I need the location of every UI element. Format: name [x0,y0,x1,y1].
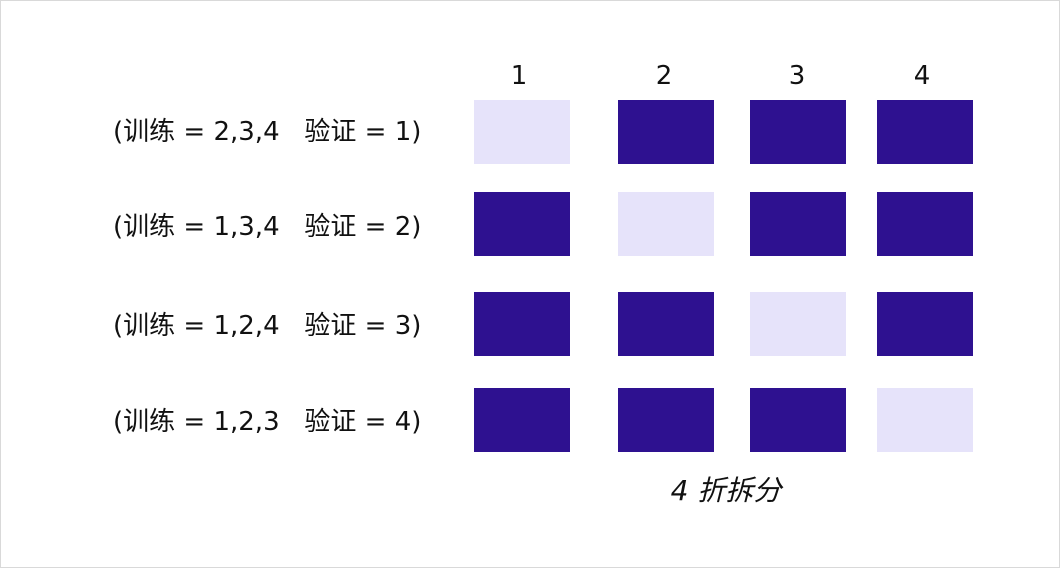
training-fold-cell-r3-c1 [474,292,570,356]
row-label-4: (训练 = 1,2,3 验证 = 4) [113,407,422,437]
validation-fold-cell-r1-c1 [474,100,570,164]
training-fold-cell-r2-c1 [474,192,570,256]
training-fold-cell-r4-c1 [474,388,570,452]
row-label-2: (训练 = 1,3,4 验证 = 2) [113,212,422,242]
training-fold-cell-r2-c4 [877,192,973,256]
column-header-3: 3 [788,61,806,91]
training-fold-cell-r4-c3 [750,388,846,452]
validation-fold-cell-r3-c3 [750,292,846,356]
row-label-3: (训练 = 1,2,4 验证 = 3) [113,311,422,341]
training-fold-cell-r2-c3 [750,192,846,256]
column-header-4: 4 [913,61,931,91]
diagram-caption: 4 折拆分 [670,474,782,507]
validation-fold-cell-r2-c2 [618,192,714,256]
training-fold-cell-r3-c4 [877,292,973,356]
row-label-1: (训练 = 2,3,4 验证 = 1) [113,117,422,147]
training-fold-cell-r4-c2 [618,388,714,452]
training-fold-cell-r1-c4 [877,100,973,164]
column-header-2: 2 [655,61,673,91]
training-fold-cell-r1-c3 [750,100,846,164]
training-fold-cell-r1-c2 [618,100,714,164]
diagram-frame: 1 2 3 4 (训练 = 2,3,4 验证 = 1) (训练 = 1,3,4 … [0,0,1060,568]
training-fold-cell-r3-c2 [618,292,714,356]
validation-fold-cell-r4-c4 [877,388,973,452]
column-header-1: 1 [510,61,528,91]
